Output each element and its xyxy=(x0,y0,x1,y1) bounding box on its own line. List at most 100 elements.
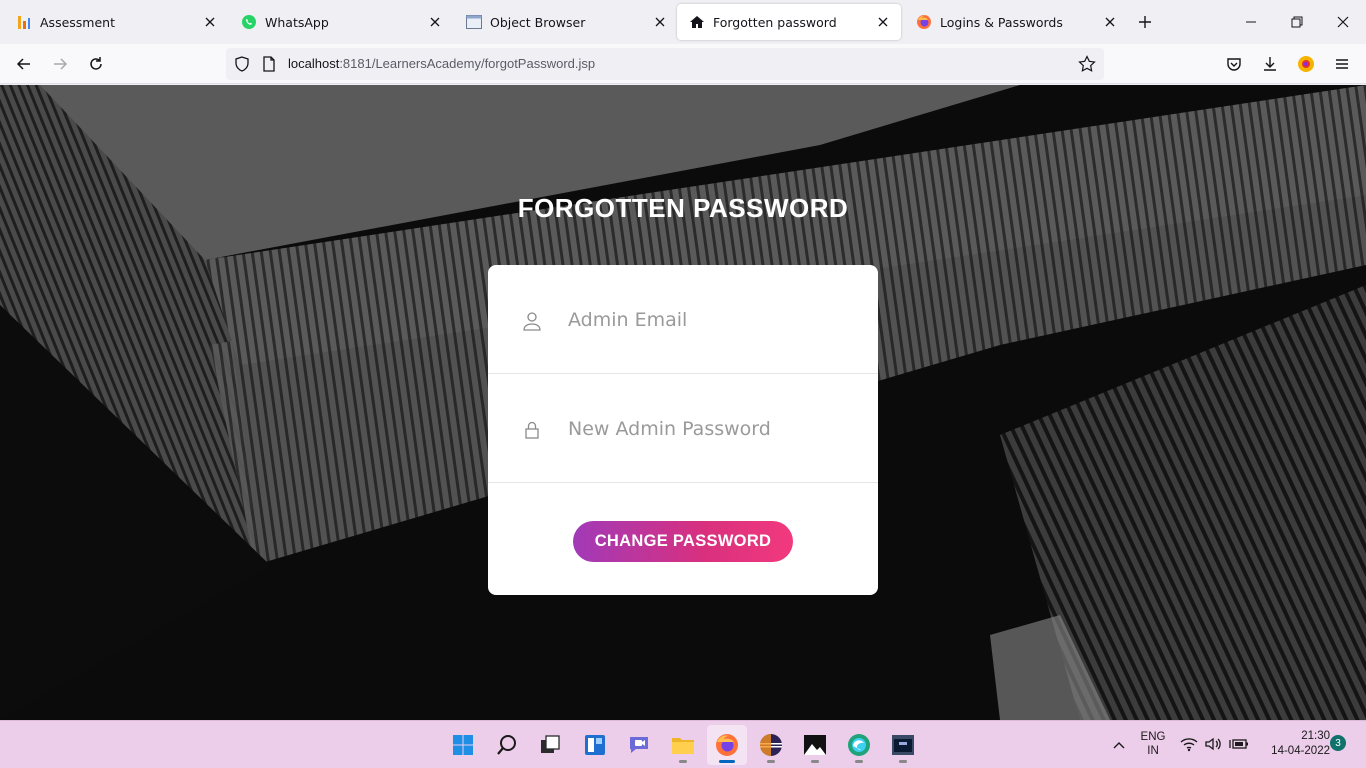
close-icon[interactable] xyxy=(871,10,895,34)
restore-icon xyxy=(1291,16,1303,28)
new-admin-password-input[interactable] xyxy=(568,412,858,446)
tab-assessment[interactable]: Assessment xyxy=(4,4,228,40)
chat-icon xyxy=(630,737,648,753)
restore-button[interactable] xyxy=(1274,0,1320,44)
battery-icon xyxy=(1229,739,1248,749)
close-icon[interactable] xyxy=(648,10,672,34)
tab-logins-passwords[interactable]: Logins & Passwords xyxy=(904,4,1128,40)
start-button[interactable] xyxy=(443,725,483,765)
task-view-button[interactable] xyxy=(530,725,570,765)
shield-icon[interactable] xyxy=(234,56,250,72)
running-indicator xyxy=(899,760,907,763)
bar-chart-icon xyxy=(16,14,32,30)
tab-label: WhatsApp xyxy=(265,14,329,30)
window-icon xyxy=(466,14,482,30)
minimize-button[interactable] xyxy=(1228,0,1274,44)
downloads-button[interactable] xyxy=(1256,50,1284,78)
folder-icon xyxy=(672,738,694,754)
page-viewport: FORGOTTEN PASSWORD CHANGE PASSWORD xyxy=(0,85,1366,720)
user-icon xyxy=(523,312,541,331)
url-text[interactable]: localhost:8181/LearnersAcademy/forgotPas… xyxy=(288,56,595,71)
minimize-icon xyxy=(1246,21,1256,23)
new-tab-button[interactable] xyxy=(1133,10,1157,34)
reload-icon xyxy=(90,57,102,70)
close-icon[interactable] xyxy=(423,10,447,34)
firefox-icon xyxy=(716,734,738,756)
arrow-right-icon xyxy=(54,58,68,70)
language-line1: ENG xyxy=(1140,731,1166,743)
close-window-button[interactable] xyxy=(1320,0,1366,44)
language-indicator[interactable]: ENG IN xyxy=(1136,731,1170,757)
widgets-button[interactable] xyxy=(575,725,615,765)
clock[interactable]: 21:30 14-04-2022 xyxy=(1254,730,1330,757)
language-line2: IN xyxy=(1147,745,1159,757)
extension-icon xyxy=(1298,56,1314,72)
arrow-left-icon xyxy=(16,58,30,70)
terminal-button[interactable] xyxy=(883,725,923,765)
url-host: localhost xyxy=(288,56,340,71)
admin-email-input[interactable] xyxy=(568,303,858,337)
navigation-toolbar: localhost:8181/LearnersAcademy/forgotPas… xyxy=(0,44,1366,84)
password-field-row xyxy=(488,374,878,483)
show-hidden-icons-button[interactable] xyxy=(1108,735,1130,755)
menu-button[interactable] xyxy=(1328,50,1356,78)
running-indicator xyxy=(811,760,819,763)
battery-status[interactable] xyxy=(1229,736,1249,756)
edge-icon xyxy=(848,734,870,756)
chat-button[interactable] xyxy=(619,725,659,765)
tab-label: Forgotten password xyxy=(713,14,837,30)
image-icon xyxy=(804,735,826,755)
network-status[interactable] xyxy=(1180,736,1198,756)
close-icon[interactable] xyxy=(198,10,222,34)
tab-strip: Assessment WhatsApp Object Browser Forgo… xyxy=(0,0,1366,44)
star-icon[interactable] xyxy=(1078,55,1096,73)
file-explorer-button[interactable] xyxy=(663,725,703,765)
windows-icon xyxy=(453,735,473,755)
extension-button[interactable] xyxy=(1292,50,1320,78)
eclipse-icon xyxy=(760,734,782,756)
volume-control[interactable] xyxy=(1204,736,1222,756)
page-icon[interactable] xyxy=(262,56,276,72)
reload-button[interactable] xyxy=(82,50,110,78)
speaker-icon xyxy=(1205,737,1221,751)
search-icon xyxy=(497,735,516,755)
clock-date: 14-04-2022 xyxy=(1271,745,1330,757)
close-icon[interactable] xyxy=(1098,10,1122,34)
running-indicator xyxy=(767,760,775,763)
tab-forgotten-password[interactable]: Forgotten password xyxy=(677,4,901,40)
terminal-icon xyxy=(892,735,914,755)
clock-time: 21:30 xyxy=(1301,730,1330,742)
lock-icon xyxy=(525,421,539,439)
eclipse-button[interactable] xyxy=(751,725,791,765)
hamburger-icon xyxy=(1336,59,1348,69)
firefox-taskbar-button[interactable] xyxy=(707,725,747,765)
plus-icon xyxy=(1139,16,1151,28)
search-button[interactable] xyxy=(487,725,527,765)
forgot-password-form: CHANGE PASSWORD xyxy=(488,265,878,595)
pocket-button[interactable] xyxy=(1220,50,1248,78)
photos-button[interactable] xyxy=(795,725,835,765)
wifi-icon xyxy=(1180,738,1198,752)
tab-label: Logins & Passwords xyxy=(940,14,1063,30)
address-bar[interactable]: localhost:8181/LearnersAcademy/forgotPas… xyxy=(226,48,1104,80)
close-icon xyxy=(1337,16,1349,28)
tab-object-browser[interactable]: Object Browser xyxy=(454,4,678,40)
forward-button[interactable] xyxy=(46,50,74,78)
back-button[interactable] xyxy=(10,50,38,78)
change-password-button[interactable]: CHANGE PASSWORD xyxy=(573,521,793,562)
tab-label: Assessment xyxy=(40,14,115,30)
pocket-icon xyxy=(1227,58,1241,71)
widgets-icon xyxy=(585,735,605,755)
tab-whatsapp[interactable]: WhatsApp xyxy=(229,4,453,40)
email-field-row xyxy=(488,265,878,374)
chevron-up-icon xyxy=(1113,742,1125,749)
firefox-icon xyxy=(916,14,932,30)
running-indicator xyxy=(679,760,687,763)
download-icon xyxy=(1264,57,1276,71)
running-indicator xyxy=(855,760,863,763)
taskbar: ENG IN 21:30 14-04-2022 xyxy=(0,720,1366,768)
notification-badge[interactable]: 3 xyxy=(1330,735,1346,751)
edge-button[interactable] xyxy=(839,725,879,765)
tab-label: Object Browser xyxy=(490,14,586,30)
page-title: FORGOTTEN PASSWORD xyxy=(517,193,849,223)
